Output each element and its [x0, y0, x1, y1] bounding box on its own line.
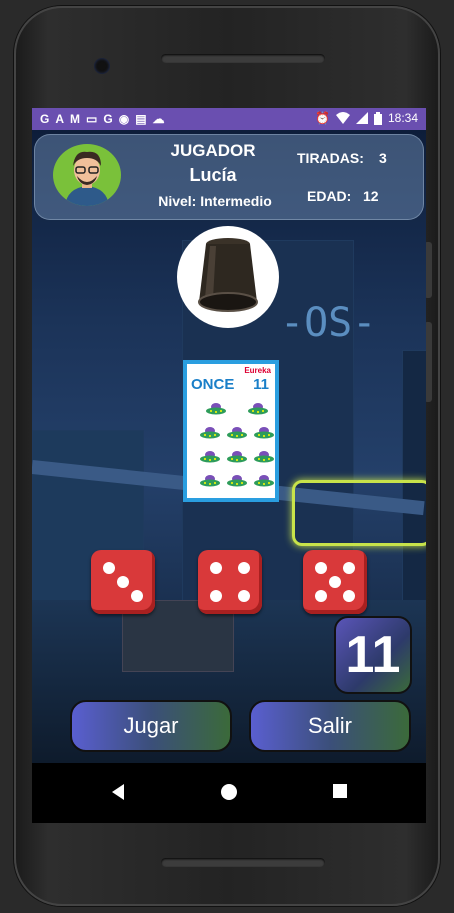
die-1: [91, 550, 155, 614]
status-bar: G A M ▭ G ◉ ▤ ☁ ⏰ 18:34: [32, 108, 426, 130]
top-speaker: [161, 54, 325, 63]
age-label: EDAD:: [307, 188, 352, 204]
system-icons: ⏰ 18:34: [315, 111, 418, 125]
player-title: JUGADOR: [170, 141, 256, 160]
player-name: Lucía: [189, 165, 237, 185]
player-level: Nivel: Intermedio: [158, 193, 272, 209]
die-pip: [329, 576, 341, 588]
ufo-icon: [200, 427, 220, 439]
recents-icon[interactable]: [332, 783, 348, 799]
home-icon[interactable]: [220, 783, 238, 801]
cloud-icon: ☁: [152, 112, 165, 126]
player-avatar: [53, 144, 121, 206]
google-icon: G: [103, 112, 113, 126]
ufo-icon: [227, 451, 247, 463]
ufo-icon: [254, 475, 274, 487]
navigation-bar: [32, 763, 426, 823]
game-area: -OS- JUGADOR Lucía Nivel: Intermedio TIR…: [32, 130, 426, 763]
die-pip: [238, 562, 250, 574]
die-pip: [343, 590, 355, 602]
ufo-icon: [200, 475, 220, 487]
throws-value: 3: [379, 150, 387, 166]
die-pip: [210, 590, 222, 602]
throws-label: TIRADAS:: [297, 150, 364, 166]
signal-icon: [355, 112, 368, 124]
card-number: 11: [253, 376, 269, 393]
age-value: 12: [363, 188, 379, 204]
notification-icons: G A M ▭ G ◉ ▤ ☁: [40, 112, 165, 126]
google-icon: G: [40, 112, 50, 126]
die-pip: [315, 562, 327, 574]
ufo-icon: [200, 451, 220, 463]
ufo-icon: [206, 403, 226, 415]
player-info-panel: JUGADOR Lucía Nivel: Intermedio TIRADAS:…: [34, 134, 424, 220]
card-word: ONCE: [191, 376, 235, 393]
record-icon: ◉: [118, 112, 130, 126]
clock: 18:34: [387, 111, 418, 125]
die-pip: [315, 590, 327, 602]
sd-card-icon: ▤: [135, 112, 147, 126]
bottom-speaker: [161, 858, 325, 867]
ufo-icon: [227, 475, 247, 487]
die-pip: [210, 562, 222, 574]
gmail-icon: M: [70, 112, 81, 126]
die-pip: [117, 576, 129, 588]
front-camera: [94, 58, 110, 74]
battery-icon: [373, 111, 382, 125]
ufo-icon: [248, 403, 268, 415]
die-3: [303, 550, 367, 614]
ufo-icon: [227, 427, 247, 439]
card-illustrations: [191, 398, 274, 494]
card-brand: Eureka: [244, 366, 271, 375]
die-pip: [343, 562, 355, 574]
ufo-icon: [254, 451, 274, 463]
exit-button[interactable]: Salir: [249, 700, 411, 752]
tower-sign-graphic: -OS-: [280, 300, 377, 346]
back-icon[interactable]: [110, 783, 126, 801]
die-pip: [103, 562, 115, 574]
dice-cup-button[interactable]: [177, 226, 279, 328]
total-score: 11: [334, 616, 412, 694]
wifi-icon: [335, 112, 350, 124]
alarm-icon: ⏰: [315, 111, 330, 125]
die-2: [198, 550, 262, 614]
video-icon: ▭: [86, 112, 98, 126]
play-button[interactable]: Jugar: [70, 700, 232, 752]
ufo-icon: [254, 427, 274, 439]
screen: G A M ▭ G ◉ ▤ ☁ ⏰ 18:34 -OS- JUGADOR Luc…: [32, 108, 426, 823]
die-pip: [131, 590, 143, 602]
dice-cup-icon: [198, 238, 258, 312]
number-card: Eureka ONCE 11: [183, 360, 279, 502]
neon-sign: [292, 480, 426, 546]
font-app-icon: A: [55, 112, 65, 126]
die-pip: [238, 590, 250, 602]
